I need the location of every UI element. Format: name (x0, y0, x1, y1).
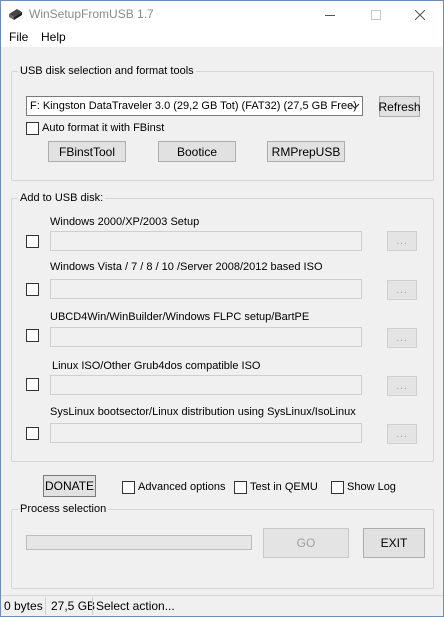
status-separator (92, 597, 93, 615)
menu-file[interactable]: File (9, 30, 28, 44)
close-icon (415, 10, 425, 20)
go-button[interactable]: GO (263, 528, 349, 558)
show-log-label: Show Log (347, 481, 396, 493)
rmprepusb-button[interactable]: RMPrepUSB (267, 141, 345, 162)
syslinux-browse-button[interactable]: ... (387, 424, 417, 444)
status-bar: 0 bytes 27,5 GB Select action... (1, 595, 443, 616)
ubcd4win-path-field[interactable] (50, 327, 362, 347)
chevron-down-icon (350, 103, 360, 109)
ubcd4win-checkbox[interactable] (26, 329, 39, 342)
title-bar[interactable]: WinSetupFromUSB 1.7 (1, 1, 443, 29)
syslinux-label: SysLinux bootsector/Linux distribution u… (50, 406, 356, 418)
maximize-button[interactable] (353, 1, 399, 29)
windows-xp-setup-path-field[interactable] (50, 231, 362, 251)
fbinsttool-button[interactable]: FBinstTool (48, 141, 126, 162)
windows-xp-setup-label: Windows 2000/XP/2003 Setup (50, 216, 200, 228)
status-size: 0 bytes (4, 599, 43, 613)
status-message: Select action... (96, 599, 175, 613)
windows-vista-iso-checkbox[interactable] (26, 283, 39, 296)
usb-disk-select[interactable]: F: Kingston DataTraveler 3.0 (29,2 GB To… (26, 96, 363, 116)
auto-format-label: Auto format it with FBinst (42, 122, 165, 134)
window-title: WinSetupFromUSB 1.7 (29, 7, 154, 21)
windows-vista-iso-label: Windows Vista / 7 / 8 / 10 /Server 2008/… (50, 261, 323, 273)
minimize-button[interactable] (307, 1, 353, 29)
usb-selection-title: USB disk selection and format tools (18, 64, 196, 78)
show-log-checkbox[interactable] (331, 481, 344, 494)
test-in-qemu-label: Test in QEMU (250, 481, 318, 493)
advanced-options-label: Advanced options (138, 481, 226, 493)
usb-disk-selected-value: F: Kingston DataTraveler 3.0 (29,2 GB To… (30, 100, 357, 112)
syslinux-checkbox[interactable] (26, 427, 39, 440)
menu-bar: File Help (1, 29, 443, 47)
main-window: WinSetupFromUSB 1.7 File Help USB disk s… (0, 0, 444, 617)
bootice-button[interactable]: Bootice (158, 141, 236, 162)
minimize-icon (325, 15, 335, 16)
status-free-space: 27,5 GB (51, 599, 96, 613)
menu-help[interactable]: Help (41, 30, 66, 44)
auto-format-checkbox[interactable] (26, 122, 39, 135)
refresh-button[interactable]: Refresh (378, 96, 421, 117)
maximize-icon (371, 10, 381, 20)
ubcd4win-label: UBCD4Win/WinBuilder/Windows FLPC setup/B… (50, 311, 310, 323)
advanced-options-checkbox[interactable] (122, 481, 135, 494)
donate-button[interactable]: DONATE (43, 475, 96, 497)
windows-xp-setup-checkbox[interactable] (26, 235, 39, 248)
close-button[interactable] (397, 1, 443, 29)
syslinux-path-field[interactable] (50, 423, 362, 443)
linux-iso-checkbox[interactable] (26, 378, 39, 391)
test-in-qemu-checkbox[interactable] (234, 481, 247, 494)
windows-vista-iso-browse-button[interactable]: ... (387, 280, 417, 300)
add-to-usb-title: Add to USB disk: (18, 191, 106, 205)
windows-vista-iso-path-field[interactable] (50, 279, 362, 299)
usb-drive-icon (9, 9, 22, 20)
progress-bar (26, 535, 252, 550)
linux-iso-browse-button[interactable]: ... (387, 376, 417, 396)
linux-iso-path-field[interactable] (50, 375, 362, 395)
ubcd4win-browse-button[interactable]: ... (387, 328, 417, 348)
exit-button[interactable]: EXIT (363, 528, 425, 558)
windows-xp-setup-browse-button[interactable]: ... (387, 231, 417, 251)
process-selection-title: Process selection (18, 502, 109, 516)
linux-iso-label: Linux ISO/Other Grub4dos compatible ISO (52, 360, 261, 372)
status-separator (45, 597, 46, 615)
